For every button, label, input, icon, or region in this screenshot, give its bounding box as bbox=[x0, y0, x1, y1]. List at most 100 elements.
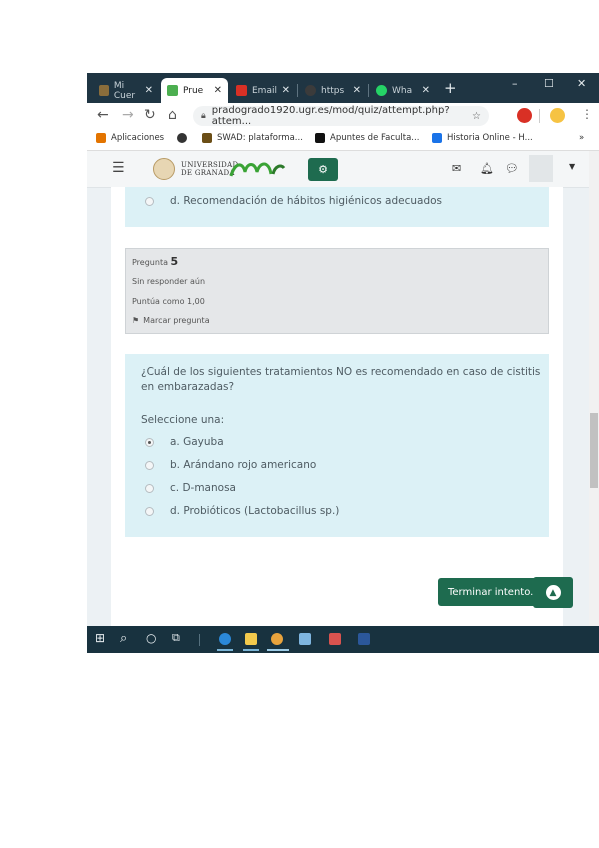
taskbar-divider bbox=[199, 634, 200, 646]
radio-button[interactable] bbox=[145, 506, 154, 516]
question-number: Pregunta 5 bbox=[132, 255, 178, 268]
new-tab-button[interactable]: + bbox=[444, 79, 457, 97]
answer-option-b[interactable]: b. Arándano rojo americano bbox=[145, 459, 316, 471]
wuolah-icon bbox=[315, 133, 325, 143]
answer-option[interactable]: d. Recomendación de hábitos higiénicos a… bbox=[145, 195, 442, 207]
search-icon[interactable]: ⌕ bbox=[120, 631, 127, 646]
tab-5[interactable]: Wha ✕ bbox=[370, 78, 436, 103]
messages-envelope-icon[interactable]: ✉ bbox=[452, 162, 461, 175]
flag-label: Marcar pregunta bbox=[143, 316, 210, 325]
chrome-active-indicator bbox=[267, 649, 289, 651]
bookmark-historia[interactable]: Historia Online - H... bbox=[432, 133, 533, 143]
option-label: d. Probióticos (Lactobacillus sp.) bbox=[170, 505, 340, 517]
cortana-circle-icon[interactable]: ○ bbox=[146, 631, 156, 645]
file-explorer-icon[interactable] bbox=[245, 633, 257, 645]
tab-label: Prue bbox=[183, 85, 204, 96]
question-4-box: d. Recomendación de hábitos higiénicos a… bbox=[125, 187, 549, 227]
close-window-button[interactable]: ✕ bbox=[577, 77, 586, 90]
question-5-box: ¿Cuál de los siguientes tratamientos NO … bbox=[125, 354, 549, 537]
paint-icon[interactable] bbox=[299, 633, 311, 645]
option-label: b. Arándano rojo americano bbox=[170, 459, 317, 471]
word-icon[interactable] bbox=[358, 633, 370, 645]
close-tab-icon[interactable]: ✕ bbox=[282, 85, 290, 96]
hamburger-menu-icon[interactable]: ☰ bbox=[112, 160, 125, 176]
site-header: ☰ UNIVERSIDAD DE GRANADA ⚙ ✉ 🔔︎ 💬︎ ▼ bbox=[87, 151, 589, 188]
tab-label: Mi Cuer bbox=[113, 80, 136, 101]
back-arrow-icon[interactable]: ← bbox=[97, 107, 109, 123]
close-tab-icon[interactable]: ✕ bbox=[422, 85, 430, 96]
historia-icon bbox=[432, 133, 442, 143]
select-prompt: Seleccione una: bbox=[141, 414, 225, 426]
tab-3[interactable]: Email ✕ bbox=[230, 78, 296, 103]
answer-option-d[interactable]: d. Probióticos (Lactobacillus sp.) bbox=[145, 505, 339, 517]
bookmarks-overflow-button[interactable]: » bbox=[579, 133, 584, 143]
radio-button-selected[interactable] bbox=[145, 437, 154, 447]
tab-separator bbox=[368, 84, 369, 97]
radio-button[interactable] bbox=[145, 460, 154, 470]
moodle-page: ☰ UNIVERSIDAD DE GRANADA ⚙ ✉ 🔔︎ 💬︎ ▼ d. … bbox=[87, 151, 599, 626]
maximize-button[interactable]: ☐ bbox=[544, 77, 554, 90]
quiz-content: d. Recomendación de hábitos higiénicos a… bbox=[111, 187, 563, 626]
radio-button[interactable] bbox=[145, 483, 154, 493]
back-to-top-button[interactable]: ▲ bbox=[533, 577, 573, 608]
notifications-bell-icon[interactable]: 🔔︎ bbox=[480, 162, 494, 175]
bookmark-label: SWAD: plataforma... bbox=[217, 133, 303, 143]
moodle-icon bbox=[99, 85, 109, 96]
windows-start-icon[interactable]: ⊞ bbox=[95, 631, 105, 645]
toolbar-divider bbox=[539, 109, 540, 123]
user-menu-caret-icon[interactable]: ▼ bbox=[569, 162, 575, 171]
question-points: Puntúa como 1,00 bbox=[132, 297, 205, 306]
flag-icon: ⚑ bbox=[132, 316, 140, 325]
option-label: a. Gayuba bbox=[170, 436, 224, 448]
globe-icon bbox=[177, 133, 187, 143]
question-status: Sin responder aún bbox=[132, 277, 206, 286]
media-app-icon[interactable] bbox=[329, 633, 341, 645]
flag-question-link[interactable]: ⚑ Marcar pregunta bbox=[132, 316, 210, 325]
close-tab-icon[interactable]: ✕ bbox=[214, 85, 222, 96]
lock-icon: 🔒︎ bbox=[201, 111, 206, 121]
url-bar[interactable]: 🔒︎ pradogrado1920.ugr.es/mod/quiz/attemp… bbox=[193, 105, 489, 127]
forward-arrow-icon[interactable]: → bbox=[122, 107, 134, 123]
option-label: d. Recomendación de hábitos higiénicos a… bbox=[170, 195, 443, 207]
answer-option-c[interactable]: c. D-manosa bbox=[145, 482, 236, 494]
bookmark-apps[interactable]: Aplicaciones bbox=[96, 133, 164, 143]
adblock-icon[interactable] bbox=[517, 108, 532, 123]
task-view-icon[interactable]: ⧉ bbox=[172, 631, 180, 645]
scrollbar-thumb[interactable] bbox=[590, 413, 598, 488]
leaf-icon bbox=[167, 85, 178, 96]
tab-separator bbox=[297, 84, 298, 97]
address-toolbar: ← → ↻ ⌂ 🔒︎ pradogrado1920.ugr.es/mod/qui… bbox=[87, 103, 599, 129]
reload-icon[interactable]: ↻ bbox=[144, 107, 156, 123]
prado-logo-icon[interactable] bbox=[227, 158, 287, 180]
tab-4[interactable]: https ✕ bbox=[299, 78, 367, 103]
question-text: ¿Cuál de los siguientes tratamientos NO … bbox=[141, 366, 541, 393]
question-number-value: 5 bbox=[170, 255, 179, 268]
bookmark-swad[interactable]: SWAD: plataforma... bbox=[202, 133, 303, 143]
bookmark-star-icon[interactable]: ☆ bbox=[472, 111, 481, 122]
answer-option-a[interactable]: a. Gayuba bbox=[145, 436, 224, 448]
explorer-active-indicator bbox=[243, 649, 259, 651]
whatsapp-icon bbox=[376, 85, 387, 96]
edge-icon[interactable] bbox=[219, 633, 231, 645]
chrome-icon[interactable] bbox=[271, 633, 283, 645]
radio-button[interactable] bbox=[145, 196, 154, 206]
browser-screenshot: Mi Cuer ✕ Prue ✕ Email ✕ https ✕ Wha ✕ +… bbox=[87, 73, 599, 653]
home-icon[interactable]: ⌂ bbox=[168, 107, 177, 123]
bookmark-apuntes[interactable]: Apuntes de Faculta... bbox=[315, 133, 419, 143]
chat-bubble-icon[interactable]: 💬︎ bbox=[505, 162, 519, 175]
page-scrollbar[interactable] bbox=[589, 151, 599, 626]
close-tab-icon[interactable]: ✕ bbox=[145, 85, 153, 96]
tab-label: https bbox=[321, 85, 345, 96]
emoji-extension-icon[interactable] bbox=[550, 108, 565, 123]
question-label: Pregunta bbox=[132, 258, 168, 267]
bookmark-globe[interactable] bbox=[177, 133, 192, 143]
user-avatar[interactable] bbox=[529, 155, 553, 182]
tab-2-active[interactable]: Prue ✕ bbox=[161, 78, 228, 103]
close-tab-icon[interactable]: ✕ bbox=[353, 85, 361, 96]
finish-attempt-button[interactable]: Terminar intento... bbox=[438, 578, 546, 606]
tab-1[interactable]: Mi Cuer ✕ bbox=[93, 78, 159, 103]
option-label: c. D-manosa bbox=[170, 482, 236, 494]
minimize-button[interactable]: – bbox=[512, 77, 518, 90]
menu-kebab-icon[interactable]: ⋮ bbox=[581, 107, 593, 121]
settings-gear-button[interactable]: ⚙ bbox=[308, 158, 338, 181]
